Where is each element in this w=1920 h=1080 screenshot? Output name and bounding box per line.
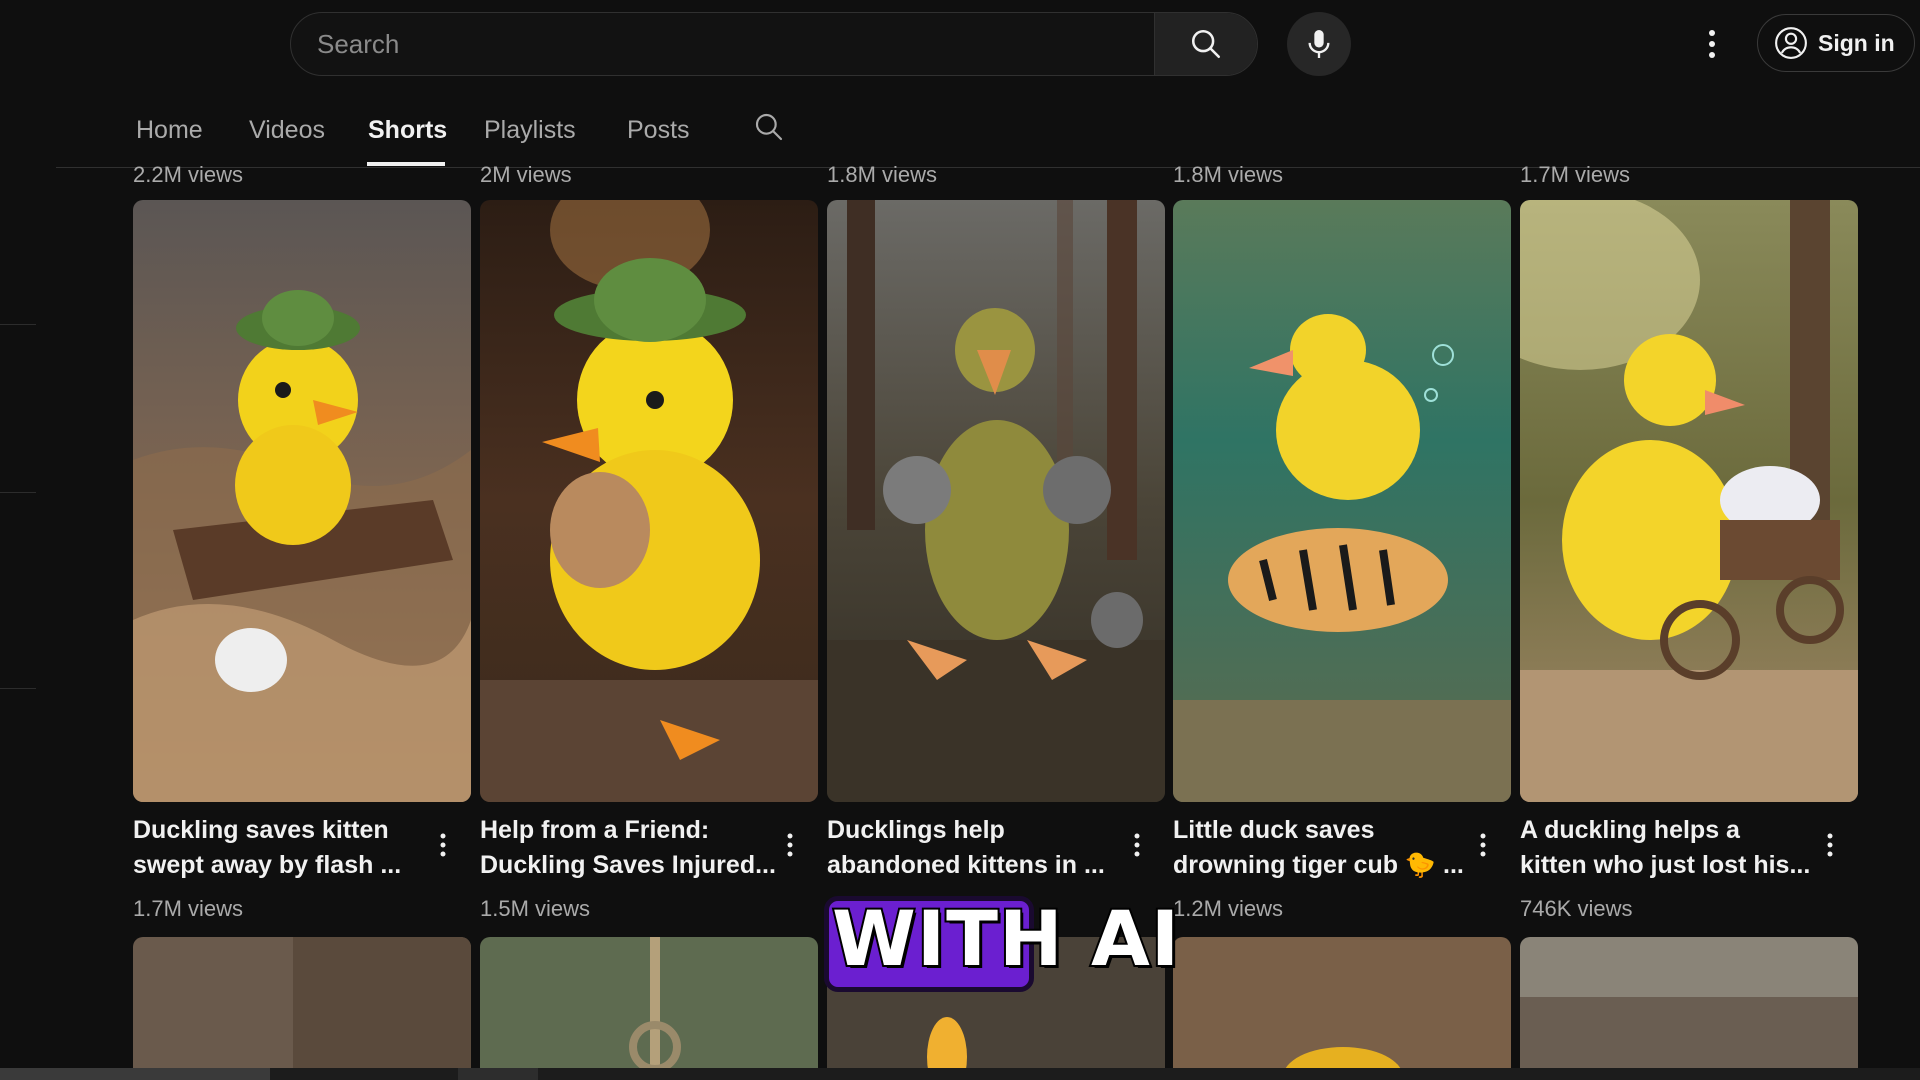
thumbnail-duckling-boat-flood: [133, 200, 471, 802]
more-vert-icon: [1709, 30, 1715, 58]
short-title[interactable]: A duckling helps a kitten who just lost …: [1520, 813, 1820, 883]
sign-in-label: Sign in: [1818, 29, 1895, 56]
channel-search-button[interactable]: [753, 111, 785, 148]
thumbnail-next-row: [133, 937, 471, 1080]
tab-home[interactable]: Home: [136, 116, 203, 145]
search-icon: [755, 113, 783, 141]
short-more-button[interactable]: [1818, 830, 1842, 860]
more-vert-icon: [1480, 833, 1486, 857]
thumbnail-duck-tiger-underwater: [1173, 200, 1511, 802]
short-thumbnail[interactable]: [1173, 200, 1511, 802]
short-thumbnail[interactable]: [1520, 937, 1858, 1080]
prev-row-views: 1.8M views: [1173, 162, 1284, 187]
more-vert-icon: [1827, 833, 1833, 857]
video-caption-overlay: WITH AI: [830, 892, 1181, 985]
title-line: Ducklings help: [827, 816, 1005, 844]
mic-icon: [1308, 30, 1330, 58]
short-views: 1.2M views: [1173, 896, 1284, 921]
active-tab-indicator: [367, 162, 445, 166]
search-button[interactable]: [1154, 13, 1257, 75]
prev-row-views: 2.2M views: [133, 162, 244, 187]
short-thumbnail[interactable]: [827, 200, 1165, 802]
voice-search-button[interactable]: [1287, 12, 1351, 76]
short-thumbnail[interactable]: [1520, 200, 1858, 802]
thumbnail-next-row: [1520, 937, 1858, 1080]
short-thumbnail[interactable]: [480, 200, 818, 802]
title-line: Help from a Friend:: [480, 816, 710, 844]
video-progress-track[interactable]: [0, 1068, 1920, 1080]
account-icon: [1775, 27, 1807, 59]
more-vert-icon: [1134, 833, 1140, 857]
short-title[interactable]: Little duck saves drowning tiger cub 🐤 .…: [1173, 813, 1473, 883]
short-more-button[interactable]: [1471, 830, 1495, 860]
short-thumbnail[interactable]: [133, 200, 471, 802]
search-icon: [1191, 29, 1221, 59]
thumbnail-next-row: [480, 937, 818, 1080]
title-line: drowning tiger cub 🐤 ...: [1173, 851, 1464, 879]
short-title[interactable]: Ducklings help abandoned kittens in ...: [827, 813, 1127, 883]
thumbnail-duckling-with-kittens-forest: [827, 200, 1165, 802]
settings-menu-button[interactable]: [1700, 22, 1724, 66]
title-line: A duckling helps a: [1520, 816, 1740, 844]
short-views: 746K views: [1520, 896, 1633, 921]
sidebar-divider: [0, 324, 36, 325]
short-views: 1.5M views: [480, 896, 591, 921]
prev-row-views: 1.8M views: [827, 162, 938, 187]
more-vert-icon: [787, 833, 793, 857]
prev-row-views: 1.7M views: [1520, 162, 1631, 187]
sidebar-divider: [0, 492, 36, 493]
tabs-divider: [56, 167, 1920, 168]
tab-posts[interactable]: Posts: [627, 116, 690, 145]
title-line: kitten who just lost his...: [1520, 851, 1811, 879]
thumbnail-next-row: [1173, 937, 1511, 1080]
tab-shorts[interactable]: Shorts: [368, 116, 447, 145]
tab-playlists[interactable]: Playlists: [484, 116, 576, 145]
short-thumbnail[interactable]: [1173, 937, 1511, 1080]
sidebar-divider: [0, 688, 36, 689]
video-progress-buffer: [458, 1068, 538, 1080]
prev-row-views: 2M views: [480, 162, 572, 187]
title-line: Duckling saves kitten: [133, 816, 389, 844]
short-thumbnail[interactable]: [133, 937, 471, 1080]
short-more-button[interactable]: [431, 830, 455, 860]
title-line: Duckling Saves Injured...: [480, 851, 776, 879]
title-line: Little duck saves: [1173, 816, 1375, 844]
short-title[interactable]: Duckling saves kitten swept away by flas…: [133, 813, 433, 883]
sign-in-button[interactable]: Sign in: [1757, 14, 1915, 72]
search-bar: [290, 12, 1258, 76]
video-progress-fill: [0, 1068, 270, 1080]
more-vert-icon: [440, 833, 446, 857]
short-thumbnail[interactable]: [480, 937, 818, 1080]
thumbnail-duckling-cart-kitten: [1520, 200, 1858, 802]
thumbnail-duckling-carrying-kitten: [480, 200, 818, 802]
title-line: swept away by flash ...: [133, 851, 402, 879]
tab-videos[interactable]: Videos: [249, 116, 325, 145]
title-line: abandoned kittens in ...: [827, 851, 1105, 879]
short-more-button[interactable]: [1125, 830, 1149, 860]
short-views: 1.7M views: [133, 896, 244, 921]
search-input[interactable]: [291, 13, 1154, 75]
short-more-button[interactable]: [778, 830, 802, 860]
short-title[interactable]: Help from a Friend: Duckling Saves Injur…: [480, 813, 780, 883]
